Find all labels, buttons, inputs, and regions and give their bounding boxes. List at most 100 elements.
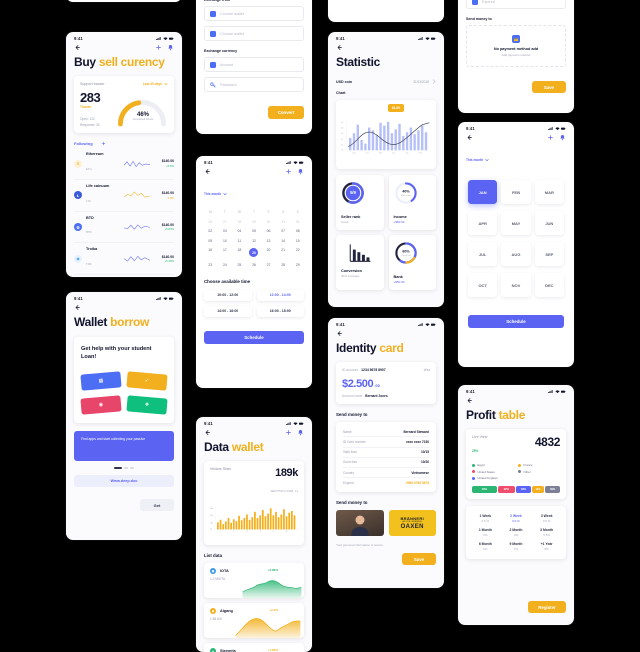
list-item[interactable]: Ξ Ethereum ETH $140.00 +5.8% — [74, 148, 174, 180]
calendar-day[interactable]: 20 — [261, 248, 276, 257]
list-item[interactable]: ◈ Troika TRK $140.00 +5.38% — [74, 243, 174, 276]
carousel-dots[interactable] — [66, 467, 182, 470]
plus-icon[interactable] — [285, 429, 292, 436]
month-cell[interactable]: MAR — [534, 180, 564, 204]
time-slot[interactable]: 16:00 - 18:00 — [256, 305, 304, 317]
stat-card-income[interactable]: 40% Rate of win Income +$50.00 — [388, 175, 436, 231]
bell-icon[interactable] — [167, 44, 174, 51]
back-button[interactable] — [336, 44, 343, 51]
back-button[interactable] — [466, 134, 473, 141]
month-cell[interactable]: APR — [468, 211, 498, 235]
list-item[interactable]: ℙ Life cainuum LTC $140.00 -2.8% — [74, 275, 174, 277]
stat-card-bank[interactable]: 60% Out of 100 Bank +$50.00 — [388, 235, 436, 291]
calendar-day[interactable]: 29 — [247, 220, 262, 224]
calendar-day[interactable]: 16 — [203, 248, 218, 257]
calendar-day[interactable]: 28 — [276, 263, 291, 267]
calendar-day[interactable]: 26 — [247, 263, 262, 267]
month-cell[interactable]: FEB — [501, 180, 531, 204]
period-cell-selected[interactable]: 2 Week 0.0 % — [503, 514, 530, 523]
time-slot[interactable]: 14:00 - 16:00 — [204, 305, 252, 317]
loan-card-tile[interactable]: ❖ — [126, 395, 168, 416]
calendar-day[interactable]: 27 — [218, 220, 233, 224]
plus-icon[interactable] — [547, 134, 554, 141]
calendar-day[interactable]: 29 — [290, 263, 305, 267]
ad-banner[interactable]: BRÄNNERI AV DIE GRANDE OAXEN — [388, 510, 436, 537]
period-cell[interactable]: 2 Month 3% — [503, 528, 530, 537]
calendar-day[interactable]: 07 — [276, 229, 291, 233]
calendar-day-selected[interactable]: 20 — [247, 248, 262, 257]
period-cell[interactable]: 9 Month 7% — [503, 542, 530, 551]
calendar-day[interactable]: 12 — [247, 239, 262, 243]
calendar-day[interactable]: 18 — [232, 248, 247, 257]
data-item-card[interactable]: ◆ Aigang 1.58 AIX +2.2% — [204, 603, 304, 639]
amount-input[interactable]: Amount — [204, 57, 304, 72]
month-cell[interactable]: SEP — [534, 242, 564, 266]
back-button[interactable] — [74, 304, 81, 311]
month-cell[interactable]: AUG — [501, 242, 531, 266]
period-cell[interactable]: 1 Week 0.5 % — [472, 514, 499, 523]
period-cell[interactable]: 3 Month 5.5% — [533, 528, 560, 537]
month-cell[interactable]: JUN — [534, 211, 564, 235]
schedule-button[interactable]: Schedule — [468, 315, 564, 328]
calendar-day[interactable]: 24 — [218, 263, 233, 267]
back-button[interactable] — [74, 44, 81, 51]
wallet-select-1[interactable]: Choose wallet — [204, 6, 304, 21]
calendar-day[interactable]: 09 — [203, 239, 218, 243]
list-item[interactable]: Ł Life cainuum LTC $140.00 -2.8% — [74, 180, 174, 212]
convert-button[interactable]: Convert — [268, 106, 304, 119]
month-dropdown[interactable]: This month — [466, 158, 489, 162]
month-cell[interactable]: DEC — [534, 273, 564, 297]
calendar-day[interactable]: 22 — [290, 248, 305, 257]
calendar-day[interactable]: 31 — [276, 220, 291, 224]
calendar-day[interactable]: 05 — [247, 229, 262, 233]
calendar-day[interactable]: 30 — [261, 220, 276, 224]
calendar-grid[interactable]: M T W T F S S 26 27 28 29 30 31 01 02 03… — [203, 210, 305, 267]
calendar-day[interactable]: 06 — [261, 229, 276, 233]
calendar-day[interactable]: 01 — [290, 220, 305, 224]
calendar-day[interactable]: 02 — [203, 229, 218, 233]
month-cell[interactable]: NOV — [501, 273, 531, 297]
calendar-day[interactable]: 17 — [218, 248, 233, 257]
stat-card-seller-rank[interactable]: 5/9 Seller rank Good — [336, 175, 384, 231]
calendar-day[interactable]: 14 — [276, 239, 291, 243]
empty-payment-card[interactable]: 💳 No payment method add Add payment meth… — [466, 25, 566, 67]
month-cell[interactable]: MAY — [501, 211, 531, 235]
calendar-day[interactable]: 04 — [232, 229, 247, 233]
register-button[interactable]: Register — [528, 601, 566, 614]
get-button[interactable]: Get — [140, 499, 174, 512]
save-button[interactable]: Save — [402, 553, 436, 566]
plus-icon[interactable] — [285, 168, 292, 175]
wallet-select-2[interactable]: Choose wallet — [204, 26, 304, 41]
back-button[interactable] — [336, 330, 343, 337]
calendar-day[interactable]: 13 — [261, 239, 276, 243]
month-cell-selected[interactable]: JAN — [468, 180, 498, 204]
promo-banner[interactable]: Find apps and start collecting your pass… — [74, 431, 174, 462]
loan-card-tile[interactable]: ◉ — [80, 395, 122, 416]
add-following-icon[interactable] — [101, 141, 106, 146]
data-item-card[interactable]: ▲ Steemits 2.85 SMS +1.66% — [204, 643, 304, 652]
calendar-day[interactable]: 26 — [203, 220, 218, 224]
bell-icon[interactable] — [559, 134, 566, 141]
usd-coin-row[interactable]: USD coin 31/11/2018 — [336, 79, 436, 84]
period-cell[interactable]: 1 Month 2% — [472, 528, 499, 537]
month-cell[interactable]: OCT — [468, 273, 498, 297]
password-input[interactable]: Password — [204, 77, 304, 92]
month-cell[interactable]: JUL — [468, 242, 498, 266]
data-item-card[interactable]: ◉ IOTA 1.2 MIOTA +5.88% — [204, 563, 304, 599]
profile-photo[interactable] — [336, 510, 384, 537]
bell-icon[interactable] — [297, 429, 304, 436]
calendar-day[interactable]: 15 — [290, 239, 305, 243]
period-cell[interactable]: 6 Month 6% — [472, 542, 499, 551]
deep-doc-button[interactable]: Www.deep.doc — [74, 475, 174, 488]
calendar-day[interactable]: 11 — [232, 239, 247, 243]
period-cell[interactable]: +1 Year 8% — [533, 542, 560, 551]
period-cell[interactable]: 3 Week 0.5 % — [533, 514, 560, 523]
list-item[interactable]: ⚙ BTD BTD $140.00 +5.84% — [74, 212, 174, 244]
calendar-day[interactable]: 08 — [290, 229, 305, 233]
loan-card-tile[interactable]: ▦ — [80, 371, 122, 392]
back-button[interactable] — [204, 168, 211, 175]
tracker-range-dropdown[interactable]: Last 30 days — [143, 82, 168, 86]
time-slot-selected[interactable]: 12:00 - 14:00 — [256, 289, 304, 301]
loan-card-tile[interactable]: ✓ — [126, 371, 168, 392]
calendar-day[interactable]: 03 — [218, 229, 233, 233]
